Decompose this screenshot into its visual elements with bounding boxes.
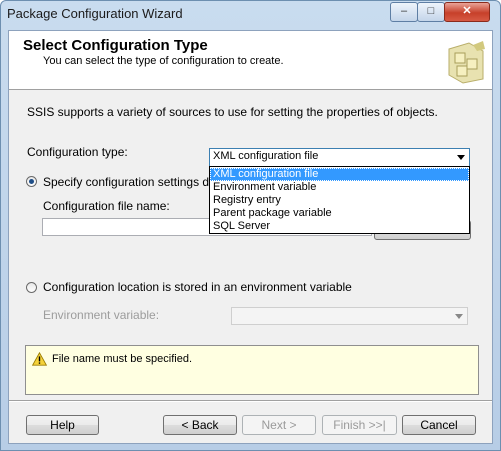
radio-env-variable[interactable] bbox=[26, 282, 37, 293]
footer-divider bbox=[9, 400, 492, 402]
close-button[interactable]: ✕ bbox=[444, 2, 490, 22]
option-registry-entry[interactable]: Registry entry bbox=[210, 194, 469, 207]
config-type-options-list: XML configuration file Environment varia… bbox=[209, 166, 470, 234]
wizard-puzzle-icon bbox=[448, 41, 485, 84]
wizard-header: Select Configuration Type You can select… bbox=[9, 31, 492, 90]
option-xml-config-file[interactable]: XML configuration file bbox=[210, 168, 469, 181]
page-title: Select Configuration Type bbox=[23, 37, 208, 54]
finish-button[interactable]: Finish >>| bbox=[322, 415, 397, 435]
title-bar: Package Configuration Wizard – □ ✕ bbox=[1, 1, 500, 27]
radio-selected-dot bbox=[29, 179, 34, 184]
validation-message-box: File name must be specified. bbox=[25, 345, 479, 395]
window-title: Package Configuration Wizard bbox=[7, 6, 183, 21]
next-button[interactable]: Next > bbox=[242, 415, 316, 435]
config-file-name-label: Configuration file name: bbox=[43, 199, 170, 213]
validation-message-text: File name must be specified. bbox=[52, 353, 193, 365]
env-variable-dropdown[interactable] bbox=[231, 307, 468, 325]
option-sql-server[interactable]: SQL Server bbox=[210, 220, 469, 233]
help-button[interactable]: Help bbox=[26, 415, 99, 435]
wizard-client-area: Select Configuration Type You can select… bbox=[8, 30, 493, 444]
cancel-button[interactable]: Cancel bbox=[402, 415, 476, 435]
option-environment-variable[interactable]: Environment variable bbox=[210, 181, 469, 194]
warning-icon bbox=[32, 352, 47, 366]
wizard-window: Package Configuration Wizard – □ ✕ Selec… bbox=[0, 0, 501, 451]
chevron-down-icon[interactable] bbox=[455, 314, 463, 319]
page-subtitle: You can select the type of configuration… bbox=[43, 55, 284, 67]
radio-specify-direct-label: Specify configuration settings direct bbox=[43, 175, 232, 189]
maximize-button[interactable]: □ bbox=[417, 2, 445, 22]
env-variable-label: Environment variable: bbox=[43, 308, 160, 322]
radio-env-variable-label: Configuration location is stored in an e… bbox=[43, 280, 352, 294]
minimize-button[interactable]: – bbox=[390, 2, 418, 22]
intro-text: SSIS supports a variety of sources to us… bbox=[27, 105, 438, 119]
chevron-down-icon[interactable] bbox=[457, 155, 465, 160]
config-type-label: Configuration type: bbox=[27, 145, 128, 159]
back-button[interactable]: < Back bbox=[163, 415, 237, 435]
config-type-dropdown[interactable]: XML configuration file bbox=[209, 148, 470, 167]
option-parent-package-variable[interactable]: Parent package variable bbox=[210, 207, 469, 220]
radio-specify-direct[interactable] bbox=[26, 176, 37, 187]
config-type-selected: XML configuration file bbox=[213, 150, 319, 162]
